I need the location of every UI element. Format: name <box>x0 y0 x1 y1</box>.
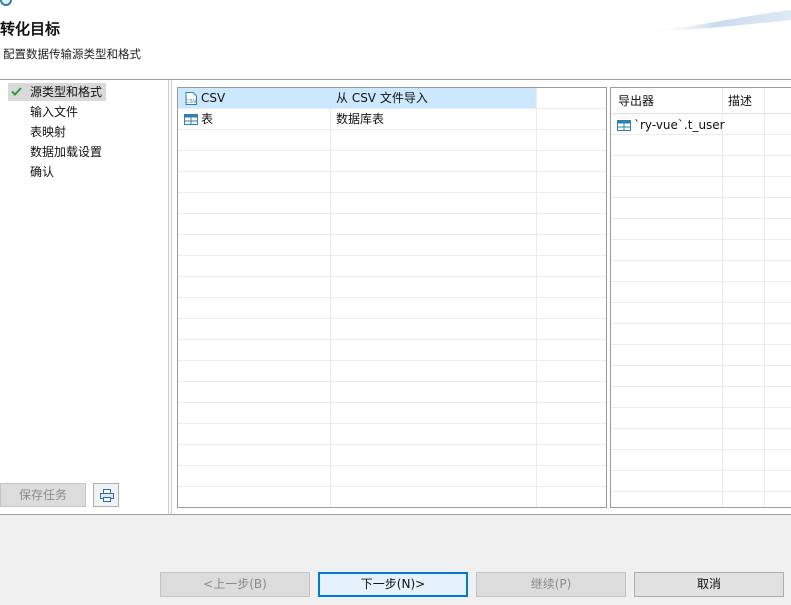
save-task-button[interactable]: 保存任务 <box>0 483 86 507</box>
step-item-input-file[interactable]: 输入文件 <box>30 103 78 121</box>
column-divider <box>722 88 723 507</box>
row-description: 数据库表 <box>336 112 385 126</box>
continue-button[interactable]: 继续(P) <box>476 572 626 597</box>
column-divider <box>764 88 765 507</box>
wizard-header: 转化目标 配置数据传输源类型和格式 <box>0 0 791 80</box>
svg-text:CSV: CSV <box>186 99 197 105</box>
page-subtitle: 配置数据传输源类型和格式 <box>3 47 141 61</box>
panel-splitter[interactable] <box>168 80 172 514</box>
exporter-table: 导出器 描述 `ry-vue`.t_user <box>610 87 791 508</box>
column-header-description[interactable]: 描述 <box>728 88 752 114</box>
print-button[interactable] <box>93 483 119 507</box>
step-item-confirm[interactable]: 确认 <box>30 163 54 181</box>
prev-button[interactable]: <上一步(B) <box>160 572 310 597</box>
row-description: 从 CSV 文件导入 <box>336 91 428 105</box>
checkmark-icon <box>11 87 22 96</box>
step-item-source-type[interactable]: 源类型和格式 <box>8 83 106 101</box>
print-icon <box>100 489 114 502</box>
table-grid <box>178 88 606 507</box>
app-logo-icon <box>0 0 12 6</box>
wizard-content: 源类型和格式 输入文件 表映射 数据加载设置 确认 保存任务 CSV CSV 从… <box>0 80 791 514</box>
next-button[interactable]: 下一步(N)> <box>318 572 468 597</box>
column-header-exporter[interactable]: 导出器 <box>618 88 654 114</box>
step-label: 源类型和格式 <box>30 85 103 99</box>
row-name: 表 <box>201 112 214 126</box>
table-icon <box>617 120 631 131</box>
table-row-csv[interactable]: CSV CSV 从 CSV 文件导入 <box>178 88 536 108</box>
row-name: CSV <box>201 91 226 105</box>
cancel-button[interactable]: 取消 <box>634 572 784 597</box>
column-divider <box>330 88 331 507</box>
table-icon <box>184 114 198 125</box>
csv-file-icon: CSV <box>185 92 197 105</box>
step-item-table-mapping[interactable]: 表映射 <box>30 123 66 141</box>
header-decoration <box>641 10 791 32</box>
step-list: 源类型和格式 输入文件 表映射 数据加载设置 确认 保存任务 <box>0 80 168 514</box>
column-divider <box>536 88 537 507</box>
wizard-footer: <上一步(B) 下一步(N)> 继续(P) 取消 <box>0 515 791 605</box>
page-title: 转化目标 <box>0 20 61 38</box>
step-item-load-settings[interactable]: 数据加载设置 <box>30 143 102 161</box>
row-name: `ry-vue`.t_user <box>634 118 725 132</box>
source-type-table: CSV CSV 从 CSV 文件导入 表 数据库表 <box>177 87 607 508</box>
